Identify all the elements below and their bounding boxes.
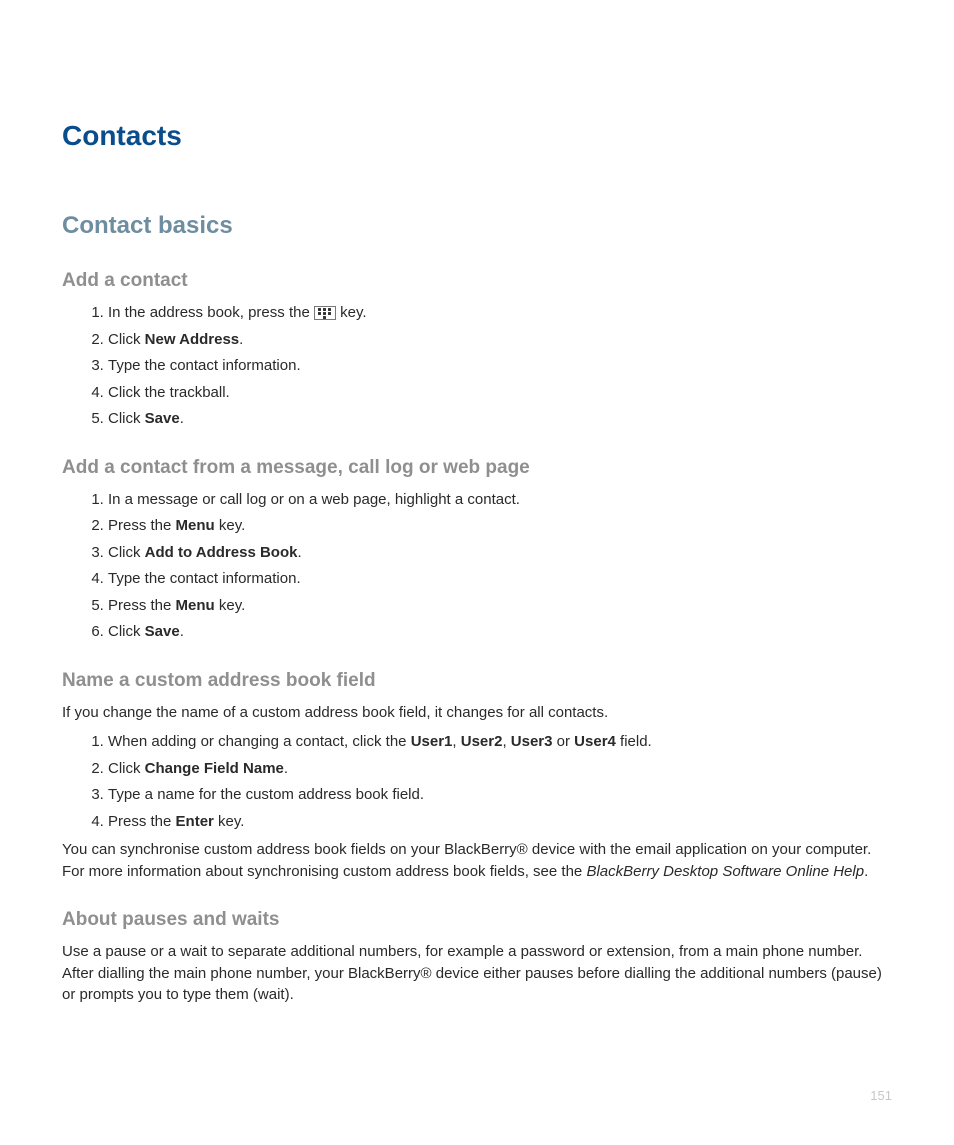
step-text: Press the (108, 517, 176, 534)
step-text: Click (108, 623, 145, 640)
heading-add-a-contact: Add a contact (62, 270, 892, 292)
ui-label: Add to Address Book (145, 544, 298, 561)
list-add-from-message: In a message or call log or on a web pag… (62, 489, 892, 644)
step-text: Click (108, 760, 145, 777)
list-item: Click Change Field Name. (108, 758, 892, 781)
ui-label: Change Field Name (145, 760, 284, 777)
list-item: Press the Menu key. (108, 595, 892, 618)
ui-label: Save (145, 623, 180, 640)
list-item: Click New Address. (108, 329, 892, 352)
step-text: Press the (108, 813, 176, 830)
paragraph-custom-field-intro: If you change the name of a custom addre… (62, 702, 892, 724)
ui-label: User2 (461, 733, 503, 750)
step-text: Press the (108, 597, 176, 614)
ui-label: Menu (176, 517, 215, 534)
ui-label: Save (145, 410, 180, 427)
ui-label: User1 (411, 733, 453, 750)
step-text: Click (108, 331, 145, 348)
list-item: Click Save. (108, 408, 892, 431)
step-text: field. (616, 733, 652, 750)
page-number: 151 (870, 1088, 892, 1103)
menu-key-icon (314, 306, 336, 320)
ui-label: User3 (511, 733, 553, 750)
step-text: key. (336, 304, 367, 321)
ui-label: New Address (145, 331, 239, 348)
step-text: . (284, 760, 288, 777)
list-item: Type the contact information. (108, 568, 892, 591)
step-text: , (452, 733, 460, 750)
page-title: Contacts (62, 120, 892, 152)
step-text: . (180, 623, 184, 640)
reference-title: BlackBerry Desktop Software Online Help (586, 863, 864, 880)
list-item: Type a name for the custom address book … (108, 784, 892, 807)
heading-pauses-waits: About pauses and waits (62, 909, 892, 931)
section-heading-contact-basics: Contact basics (62, 212, 892, 240)
heading-add-from-message: Add a contact from a message, call log o… (62, 457, 892, 479)
list-item: Click the trackball. (108, 382, 892, 405)
list-item: In the address book, press the key. (108, 302, 892, 325)
document-page: Contacts Contact basics Add a contact In… (0, 0, 954, 1064)
paragraph-custom-field-outro: You can synchronise custom address book … (62, 839, 892, 883)
list-item: Click Add to Address Book. (108, 542, 892, 565)
list-custom-field: When adding or changing a contact, click… (62, 731, 892, 833)
step-text: . (180, 410, 184, 427)
step-text: or (552, 733, 574, 750)
paragraph-pauses-waits: Use a pause or a wait to separate additi… (62, 941, 892, 1006)
ui-label: User4 (574, 733, 616, 750)
list-item: Press the Enter key. (108, 811, 892, 834)
step-text: key. (215, 517, 246, 534)
step-text: . (297, 544, 301, 561)
ui-label: Menu (176, 597, 215, 614)
step-text: key. (214, 813, 245, 830)
step-text: key. (215, 597, 246, 614)
heading-custom-field: Name a custom address book field (62, 670, 892, 692)
step-text: , (502, 733, 510, 750)
step-text: Click (108, 410, 145, 427)
list-add-a-contact: In the address book, press the key. Clic… (62, 302, 892, 431)
list-item: Type the contact information. (108, 355, 892, 378)
step-text: . (239, 331, 243, 348)
step-text: Click (108, 544, 145, 561)
body-text: . (864, 863, 868, 880)
step-text: In the address book, press the (108, 304, 314, 321)
list-item: In a message or call log or on a web pag… (108, 489, 892, 512)
list-item: Press the Menu key. (108, 515, 892, 538)
step-text: When adding or changing a contact, click… (108, 733, 411, 750)
list-item: Click Save. (108, 621, 892, 644)
ui-label: Enter (176, 813, 214, 830)
list-item: When adding or changing a contact, click… (108, 731, 892, 754)
